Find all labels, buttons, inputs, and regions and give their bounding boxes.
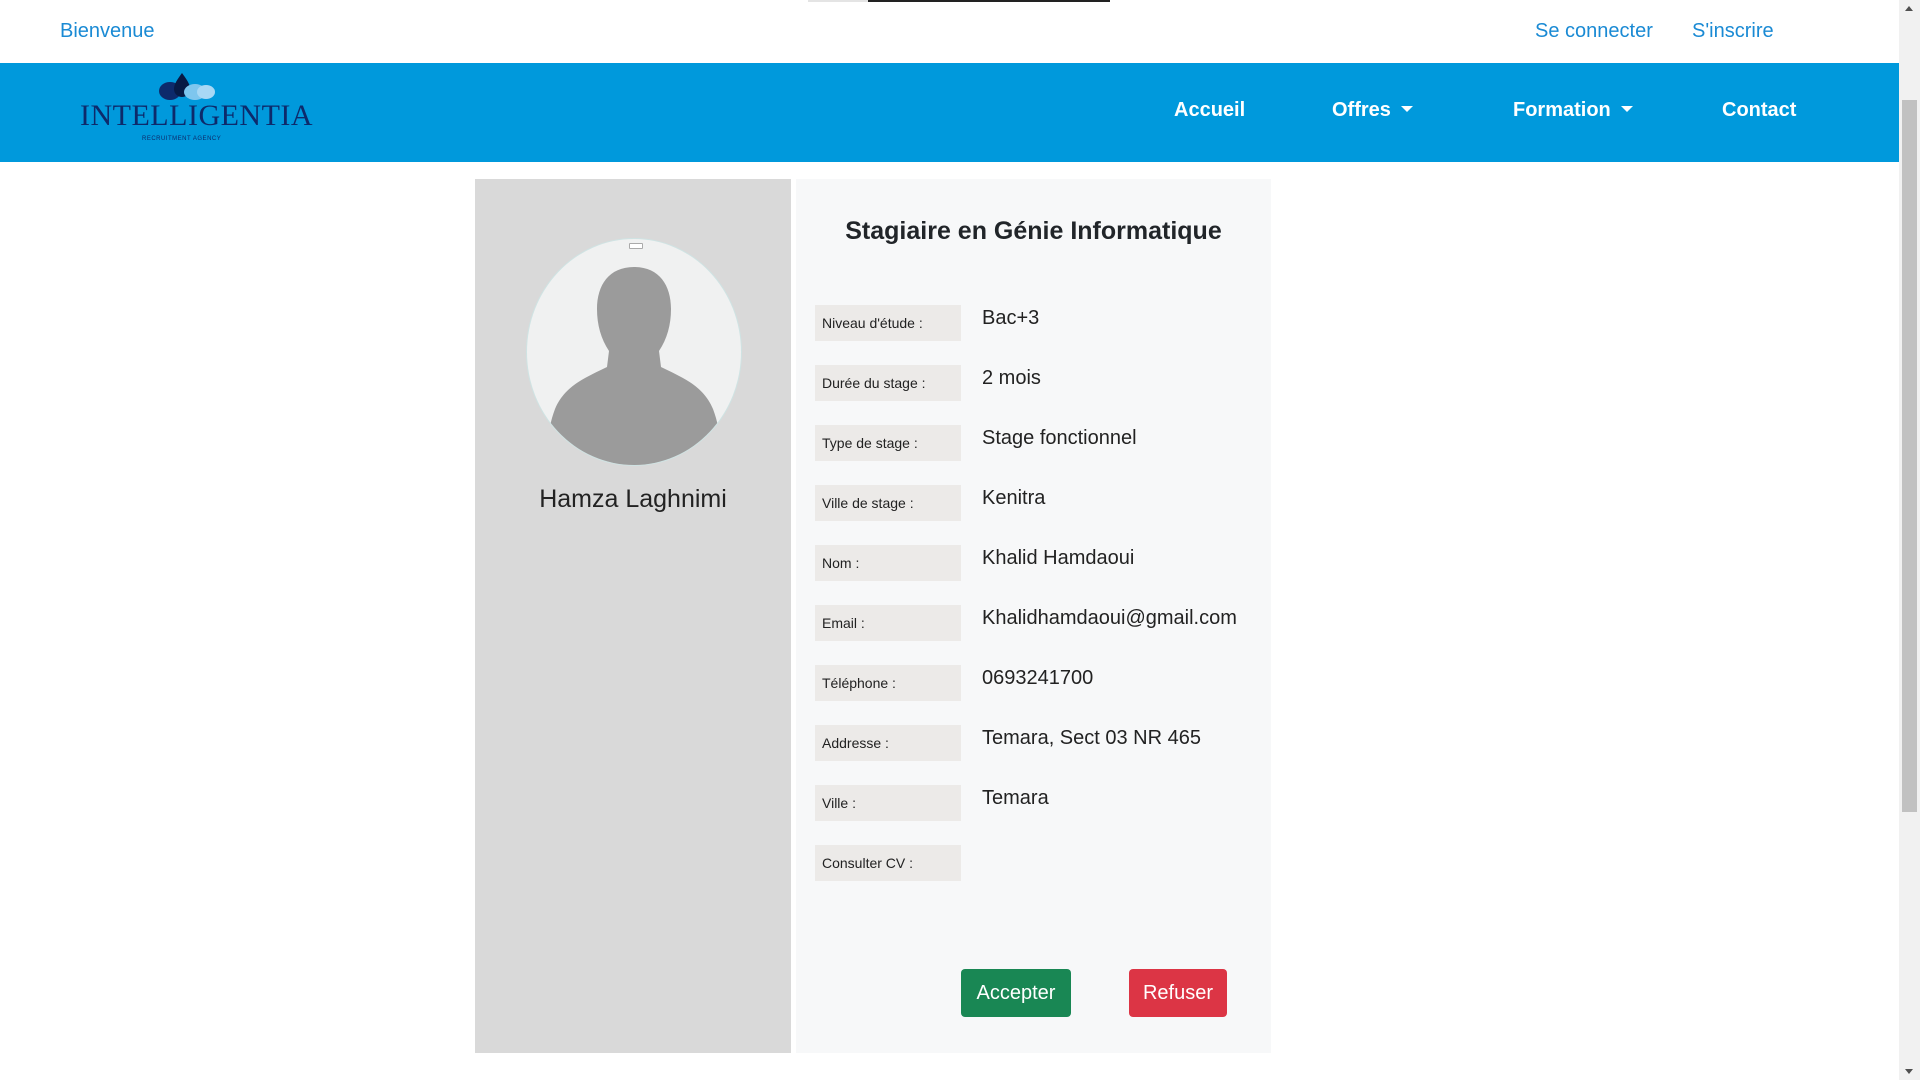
field-addresse: Addresse : Temara, Sect 03 NR 465 [815, 725, 1265, 761]
field-consulter-cv: Consulter CV : [815, 845, 1265, 881]
field-label: Type de stage : [815, 425, 961, 461]
login-link[interactable]: Se connecter [1535, 20, 1653, 43]
brand-name: INTELLIGENTIA [80, 99, 314, 132]
scroll-down-icon[interactable] [1905, 1069, 1913, 1074]
field-label: Durée du stage : [815, 365, 961, 401]
nav-home-label: Accueil [1174, 99, 1246, 121]
field-ville: Ville : Temara [815, 785, 1265, 821]
field-value: 2 mois [982, 367, 1041, 389]
main-navbar: INTELLIGENTIA RECRUITMENT AGENCY Accueil… [0, 63, 1899, 162]
caret-down-icon [1400, 106, 1413, 112]
brand-logo[interactable]: INTELLIGENTIA RECRUITMENT AGENCY [80, 71, 314, 155]
field-value: Kenitra [982, 487, 1046, 509]
field-nom: Nom : Khalid Hamdaoui [815, 545, 1265, 581]
field-label: Email : [815, 605, 961, 641]
droplets-icon [159, 73, 215, 100]
top-bar: Bienvenue Se connecter S'inscrire [0, 0, 1899, 63]
profile-panel: Hamza Laghnimi [475, 179, 791, 1053]
user-silhouette-icon [548, 267, 720, 465]
loading-bar [808, 0, 1110, 2]
accept-button[interactable]: Accepter [961, 969, 1071, 1017]
field-telephone: Téléphone : 0693241700 [815, 665, 1265, 701]
field-type-stage: Type de stage : Stage fonctionnel [815, 425, 1265, 461]
scroll-up-icon[interactable] [1905, 6, 1913, 11]
nav-formation-dropdown[interactable]: Formation [1513, 99, 1633, 122]
field-ville-stage: Ville de stage : Kenitra [815, 485, 1265, 521]
caret-down-icon [1620, 106, 1633, 112]
nav-offres-label: Offres [1332, 99, 1391, 121]
signup-link[interactable]: S'inscrire [1692, 20, 1774, 43]
nav-contact-label: Contact [1722, 99, 1797, 121]
field-label: Consulter CV : [815, 845, 961, 881]
offer-details-panel: Stagiaire en Génie Informatique Niveau d… [796, 179, 1271, 1053]
field-label: Nom : [815, 545, 961, 581]
brand-tagline: RECRUITMENT AGENCY [142, 136, 222, 142]
scrollbar-thumb[interactable] [1902, 100, 1917, 812]
field-value: Khalidhamdaoui@gmail.com [982, 607, 1237, 629]
field-duree-stage: Durée du stage : 2 mois [815, 365, 1265, 401]
nav-contact[interactable]: Contact [1722, 99, 1796, 122]
field-label: Ville de stage : [815, 485, 961, 521]
page-scrollbar[interactable] [1899, 0, 1920, 1080]
field-label: Niveau d'étude : [815, 305, 961, 341]
field-label: Ville : [815, 785, 961, 821]
field-value: Bac+3 [982, 307, 1040, 329]
field-label: Téléphone : [815, 665, 961, 701]
nav-home[interactable]: Accueil [1174, 99, 1245, 122]
field-value: Stage fonctionnel [982, 427, 1137, 449]
nav-formation-label: Formation [1513, 99, 1611, 121]
field-email: Email : Khalidhamdaoui@gmail.com [815, 605, 1265, 641]
welcome-link[interactable]: Bienvenue [60, 20, 155, 43]
field-value: Khalid Hamdaoui [982, 547, 1135, 569]
field-value: 0693241700 [982, 667, 1094, 689]
refuse-button[interactable]: Refuser [1129, 969, 1227, 1017]
avatar [526, 238, 742, 466]
field-value: Temara, Sect 03 NR 465 [982, 727, 1201, 749]
profile-name: Hamza Laghnimi [539, 485, 727, 513]
field-value: Temara [982, 787, 1049, 809]
field-label: Addresse : [815, 725, 961, 761]
field-niveau-etude: Niveau d'étude : Bac+3 [815, 305, 1265, 341]
nav-offres-dropdown[interactable]: Offres [1332, 99, 1413, 122]
offer-title: Stagiaire en Génie Informatique [845, 217, 1222, 245]
